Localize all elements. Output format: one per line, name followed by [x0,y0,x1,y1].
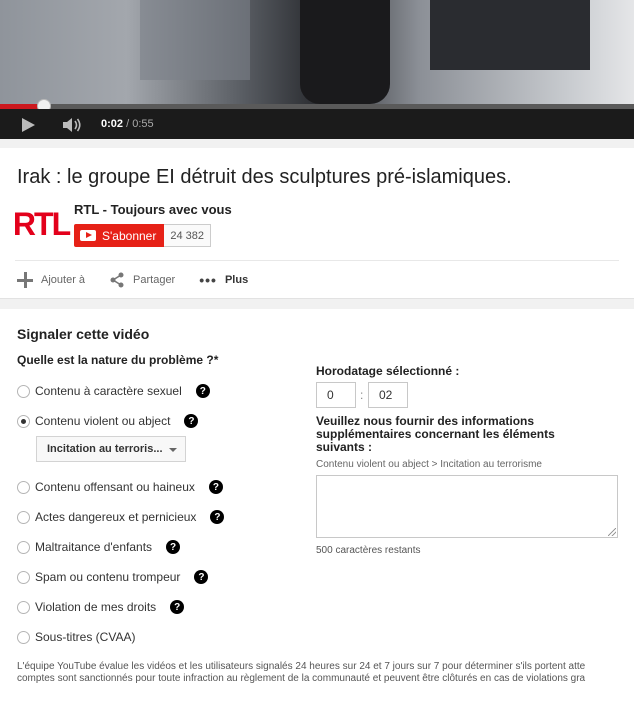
option-hateful-content[interactable]: Contenu offensant ou haineux ? [17,480,223,494]
caret-down-icon [169,448,177,452]
youtube-play-icon [80,230,96,241]
option-dangerous-acts[interactable]: Actes dangereux et pernicieux ? [17,510,225,524]
share-label: Partager [133,274,176,286]
option-label: Contenu offensant ou haineux [35,480,195,494]
option-rights-violation[interactable]: Violation de mes droits ? [17,600,185,614]
more-info-label: Veuillez nous fournir des informations s… [316,414,555,454]
category-path: Contenu violent ou abject > Incitation a… [316,459,542,470]
add-to-button[interactable]: Ajouter à [17,272,85,288]
option-sexual-content[interactable]: Contenu à caractère sexuel ? [17,384,210,398]
help-icon[interactable]: ? [166,540,181,554]
volume-icon[interactable] [62,117,84,133]
timestamp-minutes-input[interactable]: 0 [316,382,356,408]
help-icon[interactable]: ? [184,414,199,428]
video-frame[interactable] [0,0,634,104]
more-label: Plus [224,274,249,286]
radio-button[interactable] [17,540,30,554]
report-card: Signaler cette vidéo Quelle est la natur… [0,309,634,719]
option-label: Contenu à caractère sexuel [35,384,182,398]
video-still-pedestal [430,0,590,70]
subcategory-dropdown[interactable]: Incitation au terroris... [36,436,186,462]
current-time: 0:02 [101,118,124,130]
subscribe-label: S'abonner [102,228,157,243]
divider [15,260,619,261]
option-label: Contenu violent ou abject [35,414,171,428]
radio-button[interactable] [17,384,30,398]
add-to-label: Ajouter à [41,274,86,286]
option-child-abuse[interactable]: Maltraitance d'enfants ? [17,540,181,554]
share-icon [110,272,124,288]
report-title: Signaler cette vidéo [17,326,150,342]
video-still-figure [300,0,390,104]
option-spam[interactable]: Spam ou contenu trompeur ? [17,570,209,584]
report-question: Quelle est la nature du problème ?* [17,353,219,367]
duration: / 0:55 [126,118,154,130]
subcategory-value: Incitation au terroris... [47,443,163,455]
subscribe-button[interactable]: S'abonner [74,224,165,247]
help-icon[interactable]: ? [210,510,225,524]
radio-button[interactable] [17,510,30,524]
option-label: Violation de mes droits [35,600,157,614]
channel-name[interactable]: RTL - Toujours avec vous [74,202,232,217]
radio-button[interactable] [17,480,30,494]
policy-notice-line: L'équipe YouTube évalue les vidéos et le… [17,661,586,672]
plus-icon [17,272,33,288]
video-title: Irak : le groupe EI détruit des sculptur… [17,166,512,188]
option-captions[interactable]: Sous-titres (CVAA) [17,630,135,644]
radio-button[interactable] [17,570,30,584]
timestamp-seconds-input[interactable]: 02 [368,382,408,408]
player-controls: 0:02 / 0:55 [0,109,634,139]
policy-notice: L'équipe YouTube évalue les vidéos et le… [17,661,634,685]
radio-button[interactable] [17,600,30,614]
option-label: Maltraitance d'enfants [35,540,153,554]
channel-logo[interactable]: RTL [13,204,71,244]
help-icon[interactable]: ? [194,570,209,584]
video-still-detail [140,0,250,80]
radio-button[interactable] [17,630,30,644]
resize-grip-icon[interactable] [608,528,616,536]
action-bar: Ajouter à Partager ••• Plus [17,272,272,288]
video-info-card: Irak : le groupe EI détruit des sculptur… [0,148,634,299]
subscriber-count: 24 382 [164,224,211,247]
timestamp-separator: : [360,388,364,402]
share-button[interactable]: Partager [109,272,175,288]
help-icon[interactable]: ? [208,480,223,494]
play-icon[interactable] [22,118,35,132]
more-button[interactable]: ••• Plus [199,272,248,288]
more-dots-icon: ••• [199,272,217,288]
chars-remaining: 500 caractères restants [316,545,421,556]
help-icon[interactable]: ? [195,384,210,398]
policy-notice-line: comptes sont sanctionnés pour toute infr… [17,673,586,684]
timestamp-label: Horodatage sélectionné : [316,364,460,378]
option-violent-content[interactable]: Contenu violent ou abject ? [17,414,199,428]
subscribe-group: S'abonner 24 382 [74,224,211,247]
radio-button-selected[interactable] [17,414,30,428]
details-textarea[interactable] [316,475,618,538]
help-icon[interactable]: ? [170,600,185,614]
time-display: 0:02 / 0:55 [101,118,154,130]
option-label: Actes dangereux et pernicieux [35,510,197,524]
option-label: Spam ou contenu trompeur [35,570,181,584]
option-label: Sous-titres (CVAA) [35,630,136,644]
